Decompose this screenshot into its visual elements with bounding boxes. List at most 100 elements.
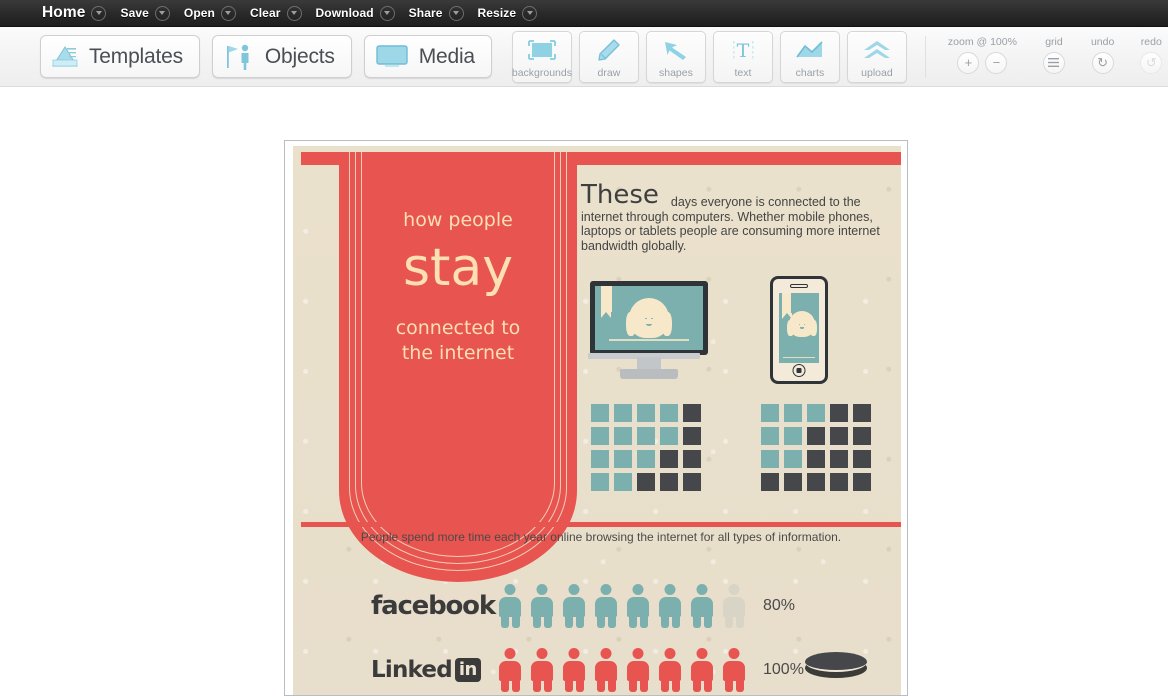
backgrounds-tool-button[interactable]: backgrounds [512,30,572,83]
draw-tool-button[interactable]: draw [578,30,639,83]
waffle-cell [591,404,609,422]
zoom-in-button[interactable]: + [957,51,980,74]
undo-control: undo ↻ [1091,36,1114,74]
phone-home-button [792,364,806,377]
poster-divider-red [301,522,901,527]
facebook-logo-text: facebook [371,591,496,621]
person-icon [627,584,649,628]
intro-text-block[interactable]: These days everyone is connected to the … [581,181,901,253]
toolbar-right-controls: zoom @ 100% + − grid undo ↻ redo ↺ [948,35,1163,78]
linkedin-logo-word: Linked [371,657,453,683]
waffle-cell [660,450,678,468]
waffle-cell [660,404,678,422]
divider-caption: People spend more time each year online … [360,530,842,544]
menu-item-open[interactable]: Open [184,5,236,21]
waffle-cell [683,450,701,468]
chart-triangle-icon [51,44,81,70]
design-canvas[interactable]: how people stay connected to the interne… [284,140,908,696]
waffle-cell [853,404,871,422]
zoom-control: zoom @ 100% + − [948,36,1017,74]
person-icon [691,584,713,628]
screen-underline [783,356,815,358]
menu-item-home-label: Home [42,4,86,21]
menu-item-home[interactable]: Home [42,4,107,22]
person-icon [659,648,681,692]
waffle-cell [761,450,779,468]
menu-item-resize[interactable]: Resize [478,5,538,21]
arrow-icon [647,32,705,68]
monitor-base [620,369,678,379]
upload-tool-button[interactable]: upload [846,30,907,83]
undo-label: undo [1090,35,1115,48]
menu-item-download[interactable]: Download [316,5,395,21]
background-frame-icon [513,32,571,68]
phone-screen [779,293,819,363]
menu-item-clear-label: Clear [249,6,281,20]
text-tool-label: text [734,66,752,79]
draw-tool-label: draw [597,66,621,79]
charts-tool-button[interactable]: charts [779,30,840,83]
templates-button[interactable]: Templates [40,35,200,78]
zoom-out-button[interactable]: − [985,51,1008,74]
facebook-logo: facebook [371,591,496,621]
infographic-poster[interactable]: how people stay connected to the interne… [293,146,901,695]
waffle-cell [830,404,848,422]
grid-label: grid [1045,35,1063,48]
text-tool-button[interactable]: T text [712,30,773,83]
menu-item-share[interactable]: Share [409,5,464,21]
menu-item-clear[interactable]: Clear [249,5,302,21]
chevron-down-icon[interactable] [91,5,107,21]
waffle-cell [637,473,655,491]
ribbon-banner[interactable]: how people stay connected to the interne… [339,152,577,582]
grid-control: grid [1042,35,1065,74]
disc-shape [805,652,867,678]
objects-button[interactable]: Objects [211,35,352,78]
waffle-cell [853,427,871,445]
redo-button[interactable]: ↺ [1140,51,1163,74]
chevron-down-icon[interactable] [522,5,538,21]
shapes-tool-button[interactable]: shapes [645,30,706,83]
mobile-phone-illustration [770,276,828,384]
waffle-cell [591,450,609,468]
hamburger-icon [1048,58,1060,67]
screen-underline [609,339,689,341]
charts-tool-label: charts [795,66,825,79]
ribbon-headline-4: the internet [401,342,515,364]
main-toolbar: Templates Objects Media backgrounds draw… [0,27,1168,87]
ribbon-text-block: how people stay connected to the interne… [339,208,577,366]
avatar [786,311,818,337]
social-row-facebook: facebook 80% [371,578,901,634]
waffle-cell [614,473,632,491]
zoom-label: zoom @ 100% [947,35,1017,48]
waffle-cell [830,473,848,491]
pictogram-linkedin [499,648,745,692]
text-t-icon: T [714,32,772,68]
upload-chevrons-icon [848,32,906,68]
waffle-cell [761,473,779,491]
shapes-tool-label: shapes [658,66,693,79]
waffle-cell [614,404,632,422]
waffle-cell [784,450,802,468]
undo-button[interactable]: ↻ [1091,51,1114,74]
linkedin-logo-text: Linked in [371,657,489,683]
chevron-down-icon[interactable] [379,5,395,21]
waffle-cell [614,427,632,445]
chevron-down-icon[interactable] [154,5,170,21]
waffle-cell [784,404,802,422]
svg-text:T: T [737,40,750,62]
chevron-down-icon[interactable] [286,5,302,21]
chevron-down-icon[interactable] [220,5,236,21]
waffle-cell [807,404,825,422]
menu-item-save[interactable]: Save [120,5,170,21]
grid-toggle-button[interactable] [1042,51,1065,74]
ribbon-headline-3: connected to [395,317,521,339]
media-button[interactable]: Media [363,35,492,78]
waffle-cell [591,473,609,491]
phone-speaker [790,284,808,288]
chevron-down-icon[interactable] [448,5,464,21]
objects-button-label: Objects [264,44,335,68]
pencil-icon [580,32,638,68]
linkedin-percent: 100% [763,661,804,678]
pictogram-facebook [499,584,745,628]
bookmark-icon [601,286,612,318]
